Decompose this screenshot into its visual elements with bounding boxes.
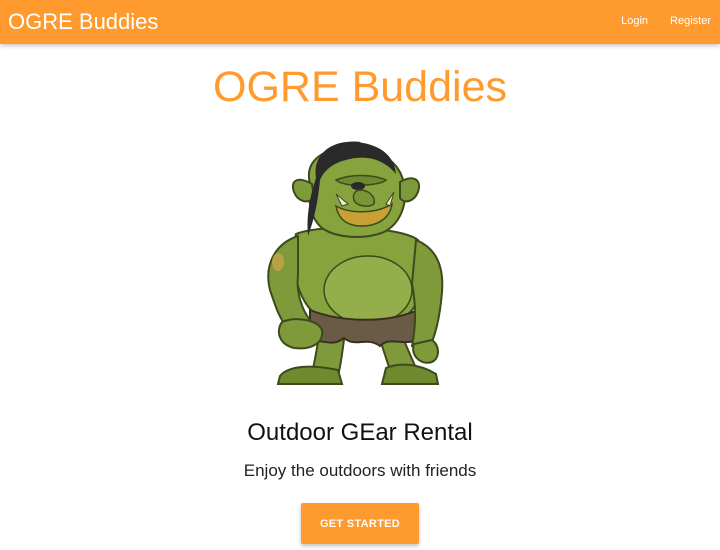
get-started-button[interactable]: GET STARTED	[301, 503, 419, 544]
login-link[interactable]: Login	[621, 13, 648, 29]
nav-links: Login Register	[621, 13, 711, 29]
ogre-image	[240, 140, 480, 385]
hero-subtitle: Enjoy the outdoors with friends	[243, 461, 477, 480]
hero-title: OGRE Buddies	[213, 63, 507, 111]
hero-tagline: Outdoor GEar Rental	[247, 419, 473, 446]
register-link[interactable]: Register	[670, 13, 711, 29]
top-navbar: OGRE Buddies Login Register	[0, 0, 720, 44]
brand-link[interactable]: OGRE Buddies	[8, 7, 158, 37]
